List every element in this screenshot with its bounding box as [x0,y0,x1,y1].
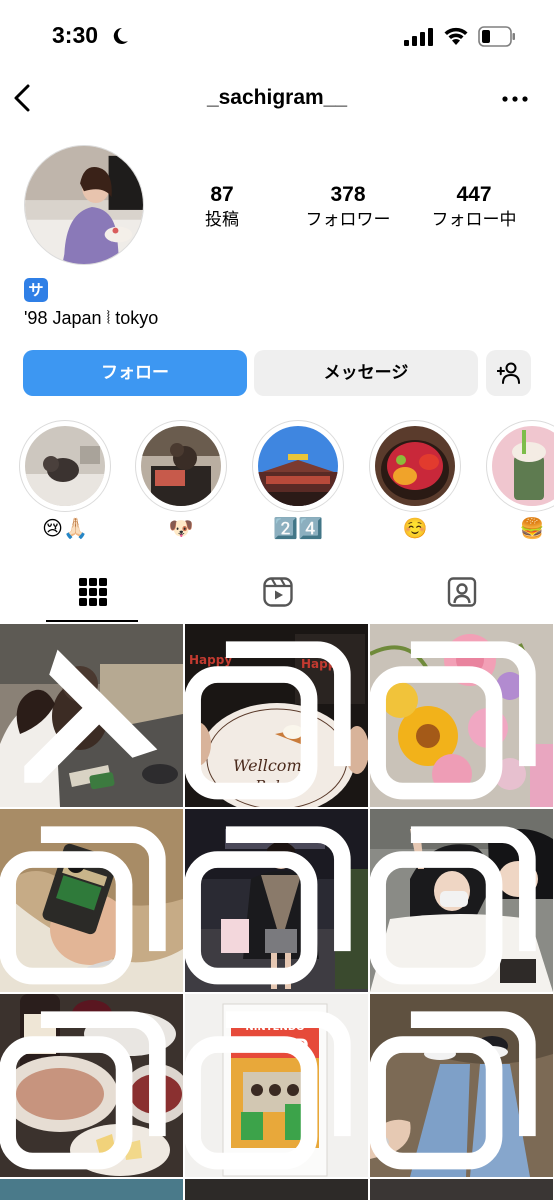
stat-followers[interactable]: 378 フォロワー [288,182,408,232]
signal-icon [404,28,433,46]
following-count: 447 [456,183,492,206]
post-partial[interactable] [370,1179,553,1200]
following-label: フォロー中 [431,210,517,230]
carousel-icon [185,1011,351,1170]
message-button[interactable]: メッセージ [254,350,478,396]
more-options-icon[interactable] [500,86,530,112]
name-badge: サ [24,278,48,302]
highlight-cover [369,420,461,512]
followers-label: フォロワー [305,210,391,230]
highlight-cover [19,420,111,512]
pin-icon [24,649,158,783]
post-partial[interactable] [185,1179,368,1200]
followers-count: 378 [330,183,366,206]
post-partial[interactable] [0,1179,183,1200]
bio-text: '98 Japan ⦚ tokyo [24,308,159,328]
post-image [0,1179,183,1200]
post-woman-street-night[interactable] [185,809,368,992]
tab-reels[interactable] [185,562,370,622]
highlight-cover [252,420,344,512]
dog-on-bed-cover [25,426,105,506]
profile-tabs [0,562,554,622]
carousel-icon [0,1011,166,1170]
carousel-icon [370,826,536,985]
drink-cover [492,426,554,506]
stat-posts[interactable]: 87 投稿 [162,182,282,232]
carousel-icon [185,641,351,800]
highlight-cover [135,420,227,512]
sushi-bowl-cover [375,426,455,506]
post-disposable-camera-beach[interactable] [0,809,183,992]
status-bar: 3:30 [0,0,554,74]
profile-header: _sachigram__ [0,74,554,124]
active-tab-indicator [46,620,138,622]
post-image [370,1179,553,1200]
highlight-sushi-bowl[interactable]: ☺️ [369,420,461,541]
highlight-drink[interactable]: 🍔 [486,420,554,541]
highlight-dog-on-bed[interactable]: 😢🙏🏻 [19,420,111,541]
avatar-photo [25,146,143,264]
stat-following[interactable]: 447 フォロー中 [414,182,534,232]
tagged-person-icon [447,577,477,607]
highlight-label: 🍔 [519,516,545,540]
highlight-dog-in-cart[interactable]: 🐶 [135,420,227,541]
tab-grid[interactable] [0,562,185,622]
post-jeans-sneakers[interactable] [370,994,553,1177]
post-woman-with-poodle[interactable] [0,624,183,807]
post-friends-selfie[interactable] [370,809,553,992]
highlight-temple-gate[interactable]: 2️⃣4️⃣ [252,420,344,541]
highlight-label: ☺️ [402,516,428,540]
posts-grid: Happy Happy Wellcome Baby NINTENDO WORLD [0,624,554,1200]
carousel-icon [185,826,351,985]
reels-icon [263,577,293,607]
carousel-icon [0,826,166,985]
posts-count: 87 [210,183,234,206]
status-time: 3:30 [52,22,99,48]
wifi-icon [444,27,468,45]
highlight-label: 😢🙏🏻 [42,516,88,540]
add-person-icon [497,362,520,384]
carousel-icon [370,1011,536,1170]
highlight-cover [486,420,554,512]
post-nintendo-world-instax[interactable]: NINTENDO WORLD [185,994,368,1177]
post-flower-bouquet[interactable] [370,624,553,807]
highlight-label: 🐶 [168,516,194,540]
battery-icon [478,26,515,47]
profile-username: _sachigram__ [206,86,348,109]
temple-gate-cover [258,426,338,506]
tab-tagged[interactable] [369,562,554,622]
posts-label: 投稿 [205,210,239,230]
post-wellcome-baby-cake[interactable]: Happy Happy Wellcome Baby [185,624,368,807]
moon-icon [113,27,128,44]
highlight-label: 2️⃣4️⃣ [273,516,323,540]
follow-button[interactable]: フォロー [23,350,247,396]
dog-in-cart-cover [141,426,221,506]
suggested-users-button[interactable] [486,350,531,396]
carousel-icon [370,641,536,800]
post-image [185,1179,368,1200]
post-wine-dinner[interactable] [0,994,183,1177]
profile-avatar[interactable] [24,145,144,265]
grid-icon [79,578,107,606]
